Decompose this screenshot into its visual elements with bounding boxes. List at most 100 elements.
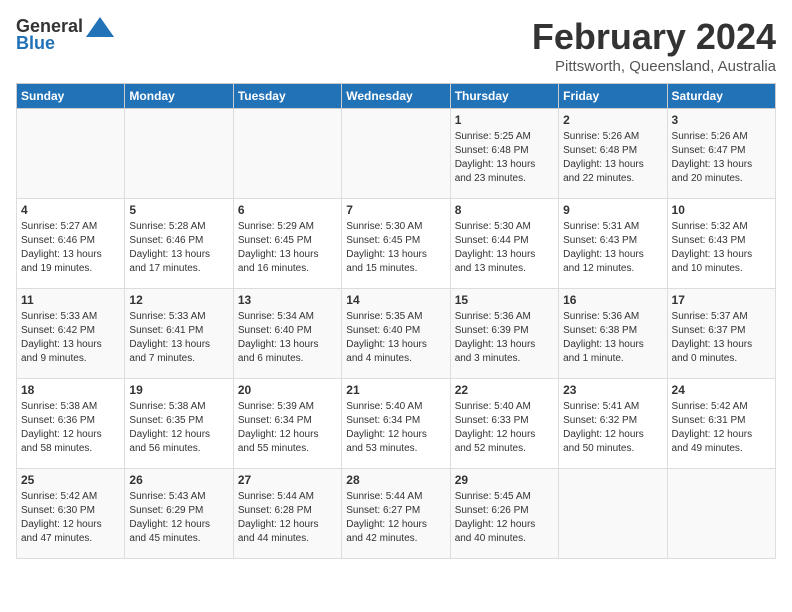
day-info: Sunrise: 5:44 AM Sunset: 6:28 PM Dayligh… bbox=[238, 490, 337, 546]
day-number: 26 bbox=[129, 473, 228, 487]
calendar-cell: 26 Sunrise: 5:43 AM Sunset: 6:29 PM Dayli… bbox=[125, 469, 233, 559]
day-info: Sunrise: 5:26 AM Sunset: 6:48 PM Dayligh… bbox=[563, 130, 662, 186]
calendar-title-block: February 2024 Pittsworth, Queensland, Au… bbox=[532, 16, 776, 75]
logo-icon bbox=[86, 17, 114, 37]
calendar-cell: 13Sunrise: 5:34 AM Sunset: 6:40 PM Dayli… bbox=[233, 289, 341, 379]
day-number: 14 bbox=[346, 293, 445, 307]
day-info: Sunrise: 5:27 AM Sunset: 6:46 PM Dayligh… bbox=[21, 220, 120, 276]
calendar-cell: 6 Sunrise: 5:29 AM Sunset: 6:45 PM Daylig… bbox=[233, 199, 341, 289]
calendar-cell: 21 Sunrise: 5:40 AM Sunset: 6:34 PM Dayli… bbox=[342, 379, 450, 469]
calendar-cell: 24Sunrise: 5:42 AM Sunset: 6:31 PM Dayli… bbox=[667, 379, 775, 469]
calendar-cell: 12 Sunrise: 5:33 AM Sunset: 6:41 PM Dayli… bbox=[125, 289, 233, 379]
day-number: 16 bbox=[563, 293, 662, 307]
day-info: Sunrise: 5:39 AM Sunset: 6:34 PM Dayligh… bbox=[238, 400, 337, 456]
header-sunday: Sunday bbox=[17, 84, 125, 109]
day-info: Sunrise: 5:31 AM Sunset: 6:43 PM Dayligh… bbox=[563, 220, 662, 276]
calendar-cell bbox=[667, 469, 775, 559]
calendar-week-row: 1Sunrise: 5:25 AM Sunset: 6:48 PM Daylig… bbox=[17, 109, 776, 199]
header-tuesday: Tuesday bbox=[233, 84, 341, 109]
day-info: Sunrise: 5:36 AM Sunset: 6:38 PM Dayligh… bbox=[563, 310, 662, 366]
day-number: 15 bbox=[455, 293, 554, 307]
calendar-cell: 2 Sunrise: 5:26 AM Sunset: 6:48 PM Daylig… bbox=[559, 109, 667, 199]
day-number: 27 bbox=[238, 473, 337, 487]
header-saturday: Saturday bbox=[667, 84, 775, 109]
calendar-cell: 9 Sunrise: 5:31 AM Sunset: 6:43 PM Daylig… bbox=[559, 199, 667, 289]
day-info: Sunrise: 5:35 AM Sunset: 6:40 PM Dayligh… bbox=[346, 310, 445, 366]
calendar-cell bbox=[125, 109, 233, 199]
calendar-week-row: 25 Sunrise: 5:42 AM Sunset: 6:30 PM Dayli… bbox=[17, 469, 776, 559]
calendar-cell: 29 Sunrise: 5:45 AM Sunset: 6:26 PM Dayli… bbox=[450, 469, 558, 559]
day-info: Sunrise: 5:45 AM Sunset: 6:26 PM Dayligh… bbox=[455, 490, 554, 546]
day-info: Sunrise: 5:26 AM Sunset: 6:47 PM Dayligh… bbox=[672, 130, 771, 186]
day-number: 20 bbox=[238, 383, 337, 397]
day-info: Sunrise: 5:38 AM Sunset: 6:35 PM Dayligh… bbox=[129, 400, 228, 456]
day-info: Sunrise: 5:32 AM Sunset: 6:43 PM Dayligh… bbox=[672, 220, 771, 276]
calendar-cell: 7Sunrise: 5:30 AM Sunset: 6:45 PM Daylig… bbox=[342, 199, 450, 289]
day-number: 29 bbox=[455, 473, 554, 487]
calendar-cell: 15 Sunrise: 5:36 AM Sunset: 6:39 PM Dayli… bbox=[450, 289, 558, 379]
day-info: Sunrise: 5:43 AM Sunset: 6:29 PM Dayligh… bbox=[129, 490, 228, 546]
day-info: Sunrise: 5:42 AM Sunset: 6:30 PM Dayligh… bbox=[21, 490, 120, 546]
day-info: Sunrise: 5:36 AM Sunset: 6:39 PM Dayligh… bbox=[455, 310, 554, 366]
calendar-cell: 18 Sunrise: 5:38 AM Sunset: 6:36 PM Dayli… bbox=[17, 379, 125, 469]
logo-blue-text: Blue bbox=[16, 33, 55, 54]
calendar-week-row: 4 Sunrise: 5:27 AM Sunset: 6:46 PM Daylig… bbox=[17, 199, 776, 289]
header-friday: Friday bbox=[559, 84, 667, 109]
day-number: 11 bbox=[21, 293, 120, 307]
calendar-week-row: 11 Sunrise: 5:33 AM Sunset: 6:42 PM Dayli… bbox=[17, 289, 776, 379]
calendar-cell bbox=[17, 109, 125, 199]
page-header: General Blue February 2024 Pittsworth, Q… bbox=[16, 16, 776, 75]
day-number: 18 bbox=[21, 383, 120, 397]
day-info: Sunrise: 5:40 AM Sunset: 6:34 PM Dayligh… bbox=[346, 400, 445, 456]
calendar-cell: 23 Sunrise: 5:41 AM Sunset: 6:32 PM Dayli… bbox=[559, 379, 667, 469]
day-number: 4 bbox=[21, 203, 120, 217]
calendar-cell: 14 Sunrise: 5:35 AM Sunset: 6:40 PM Dayli… bbox=[342, 289, 450, 379]
day-number: 6 bbox=[238, 203, 337, 217]
day-number: 17 bbox=[672, 293, 771, 307]
calendar-cell: 8 Sunrise: 5:30 AM Sunset: 6:44 PM Daylig… bbox=[450, 199, 558, 289]
day-number: 5 bbox=[129, 203, 228, 217]
day-number: 19 bbox=[129, 383, 228, 397]
day-number: 10 bbox=[672, 203, 771, 217]
calendar-cell: 25 Sunrise: 5:42 AM Sunset: 6:30 PM Dayli… bbox=[17, 469, 125, 559]
day-number: 23 bbox=[563, 383, 662, 397]
day-number: 25 bbox=[21, 473, 120, 487]
header-wednesday: Wednesday bbox=[342, 84, 450, 109]
day-info: Sunrise: 5:30 AM Sunset: 6:44 PM Dayligh… bbox=[455, 220, 554, 276]
header-thursday: Thursday bbox=[450, 84, 558, 109]
calendar-cell: 10 Sunrise: 5:32 AM Sunset: 6:43 PM Dayli… bbox=[667, 199, 775, 289]
day-number: 12 bbox=[129, 293, 228, 307]
day-number: 9 bbox=[563, 203, 662, 217]
header-row: Sunday Monday Tuesday Wednesday Thursday… bbox=[17, 84, 776, 109]
day-info: Sunrise: 5:33 AM Sunset: 6:41 PM Dayligh… bbox=[129, 310, 228, 366]
day-number: 8 bbox=[455, 203, 554, 217]
day-info: Sunrise: 5:33 AM Sunset: 6:42 PM Dayligh… bbox=[21, 310, 120, 366]
day-number: 7 bbox=[346, 203, 445, 217]
day-info: Sunrise: 5:41 AM Sunset: 6:32 PM Dayligh… bbox=[563, 400, 662, 456]
calendar-cell: 4 Sunrise: 5:27 AM Sunset: 6:46 PM Daylig… bbox=[17, 199, 125, 289]
calendar-cell bbox=[342, 109, 450, 199]
calendar-week-row: 18 Sunrise: 5:38 AM Sunset: 6:36 PM Dayli… bbox=[17, 379, 776, 469]
calendar-cell: 19 Sunrise: 5:38 AM Sunset: 6:35 PM Dayli… bbox=[125, 379, 233, 469]
calendar-cell: 27 Sunrise: 5:44 AM Sunset: 6:28 PM Dayli… bbox=[233, 469, 341, 559]
calendar-cell: 5 Sunrise: 5:28 AM Sunset: 6:46 PM Daylig… bbox=[125, 199, 233, 289]
day-number: 22 bbox=[455, 383, 554, 397]
day-info: Sunrise: 5:25 AM Sunset: 6:48 PM Dayligh… bbox=[455, 130, 554, 186]
day-number: 21 bbox=[346, 383, 445, 397]
day-info: Sunrise: 5:44 AM Sunset: 6:27 PM Dayligh… bbox=[346, 490, 445, 546]
day-info: Sunrise: 5:29 AM Sunset: 6:45 PM Dayligh… bbox=[238, 220, 337, 276]
day-number: 13 bbox=[238, 293, 337, 307]
day-info: Sunrise: 5:42 AM Sunset: 6:31 PM Dayligh… bbox=[672, 400, 771, 456]
calendar-cell: 16 Sunrise: 5:36 AM Sunset: 6:38 PM Dayli… bbox=[559, 289, 667, 379]
day-number: 2 bbox=[563, 113, 662, 127]
day-info: Sunrise: 5:40 AM Sunset: 6:33 PM Dayligh… bbox=[455, 400, 554, 456]
calendar-location: Pittsworth, Queensland, Australia bbox=[532, 58, 776, 75]
calendar-cell: 20 Sunrise: 5:39 AM Sunset: 6:34 PM Dayli… bbox=[233, 379, 341, 469]
calendar-cell: 28 Sunrise: 5:44 AM Sunset: 6:27 PM Dayli… bbox=[342, 469, 450, 559]
calendar-cell: 3Sunrise: 5:26 AM Sunset: 6:47 PM Daylig… bbox=[667, 109, 775, 199]
day-info: Sunrise: 5:28 AM Sunset: 6:46 PM Dayligh… bbox=[129, 220, 228, 276]
calendar-month-title: February 2024 bbox=[532, 16, 776, 58]
day-number: 28 bbox=[346, 473, 445, 487]
day-info: Sunrise: 5:38 AM Sunset: 6:36 PM Dayligh… bbox=[21, 400, 120, 456]
day-info: Sunrise: 5:37 AM Sunset: 6:37 PM Dayligh… bbox=[672, 310, 771, 366]
